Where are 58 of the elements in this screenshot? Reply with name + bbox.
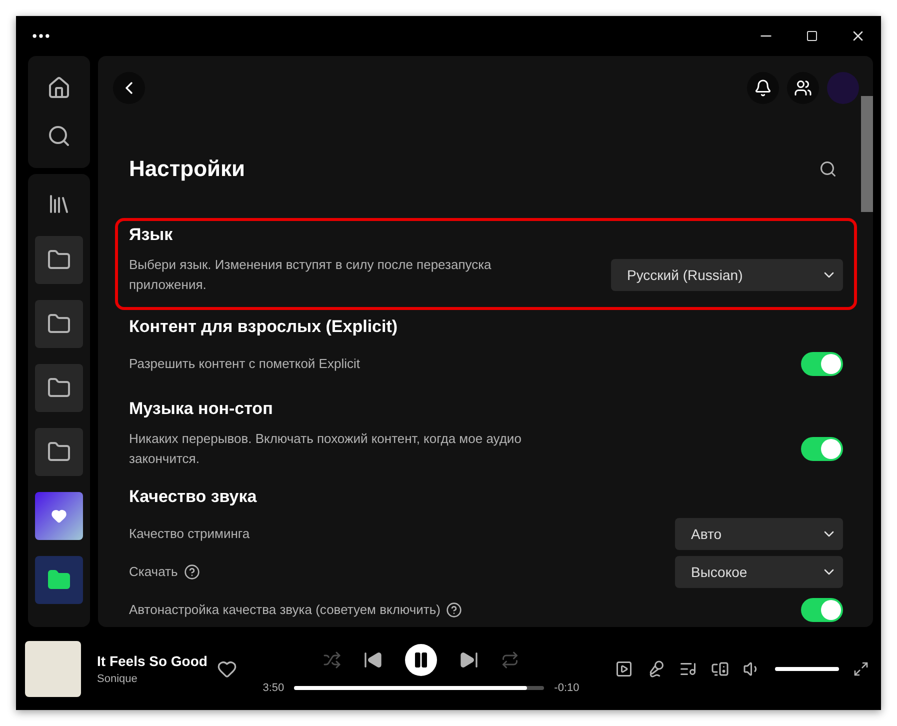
microphone-icon[interactable]: [647, 660, 665, 678]
folder-icon: [47, 376, 71, 400]
help-icon[interactable]: [446, 602, 462, 618]
setting-label: Качество стриминга: [129, 525, 250, 543]
liked-songs-tile[interactable]: [35, 492, 83, 540]
folder-tile[interactable]: [35, 428, 83, 476]
maximize-icon[interactable]: [806, 30, 818, 42]
now-playing-icon[interactable]: [615, 660, 633, 678]
people-icon: [794, 79, 812, 97]
heart-icon[interactable]: [217, 658, 237, 678]
folder-tile[interactable]: [35, 556, 83, 604]
toggle-switch[interactable]: [801, 598, 843, 622]
folder-icon: [47, 312, 71, 336]
toggle-switch[interactable]: [801, 437, 843, 461]
volume-bar[interactable]: [775, 666, 839, 670]
setting-label: Разрешить контент с пометкой Explicit: [129, 355, 360, 373]
setting-label: Автонастройка качества звука (советуем включить): [129, 601, 440, 619]
setting-label: Скачать: [129, 563, 178, 581]
remaining-time: -0:10: [554, 682, 580, 694]
page-title: Настройки: [129, 156, 246, 182]
dropdown[interactable]: Русский (Russian): [611, 259, 843, 291]
next-icon[interactable]: [459, 650, 479, 670]
setting-label: Выбери язык. Изменения вступят в силу после перезапуска приложения.: [129, 256, 492, 294]
folder-icon: [47, 568, 71, 592]
home-icon[interactable]: [47, 76, 71, 100]
friends-button[interactable]: [787, 72, 819, 104]
elapsed-time: 3:50: [262, 682, 284, 694]
search-icon[interactable]: [47, 124, 71, 148]
setting-label: Никаких перерывов. Включать похожий контент, когда мое аудио закончится.: [129, 430, 522, 468]
folder-tile[interactable]: [35, 300, 83, 348]
fullscreen-icon[interactable]: [853, 660, 869, 676]
notifications-button[interactable]: [747, 72, 779, 104]
section-title: Музыка нон-стоп: [129, 399, 274, 419]
devices-icon[interactable]: [711, 660, 729, 678]
folder-tile[interactable]: [35, 364, 83, 412]
search-icon[interactable]: [819, 160, 837, 178]
play-pause-button[interactable]: [405, 644, 437, 676]
back-button[interactable]: [113, 72, 145, 104]
section-title: Язык: [129, 225, 174, 245]
artist-name[interactable]: Sonique: [97, 672, 217, 684]
heart-icon: [51, 508, 67, 524]
library-icon[interactable]: [47, 192, 71, 216]
section-title: Качество звука: [129, 487, 258, 507]
help-icon[interactable]: [184, 564, 200, 580]
album-art-placeholder: [25, 640, 81, 696]
folder-icon: [47, 440, 71, 464]
section-title: Контент для взрослых (Explicit): [129, 317, 399, 337]
pause-icon: [412, 650, 430, 668]
track-title[interactable]: It Feels So Good: [97, 652, 217, 668]
bell-icon: [754, 79, 772, 97]
previous-icon[interactable]: [363, 650, 383, 670]
dropdown[interactable]: Высокое: [675, 556, 843, 588]
folder-icon: [47, 248, 71, 272]
progress-bar[interactable]: [294, 686, 527, 690]
toggle-switch[interactable]: [801, 352, 843, 376]
folder-tile[interactable]: [35, 236, 83, 284]
scrollbar-thumb[interactable]: [861, 96, 873, 212]
dropdown[interactable]: Авто: [675, 518, 843, 550]
